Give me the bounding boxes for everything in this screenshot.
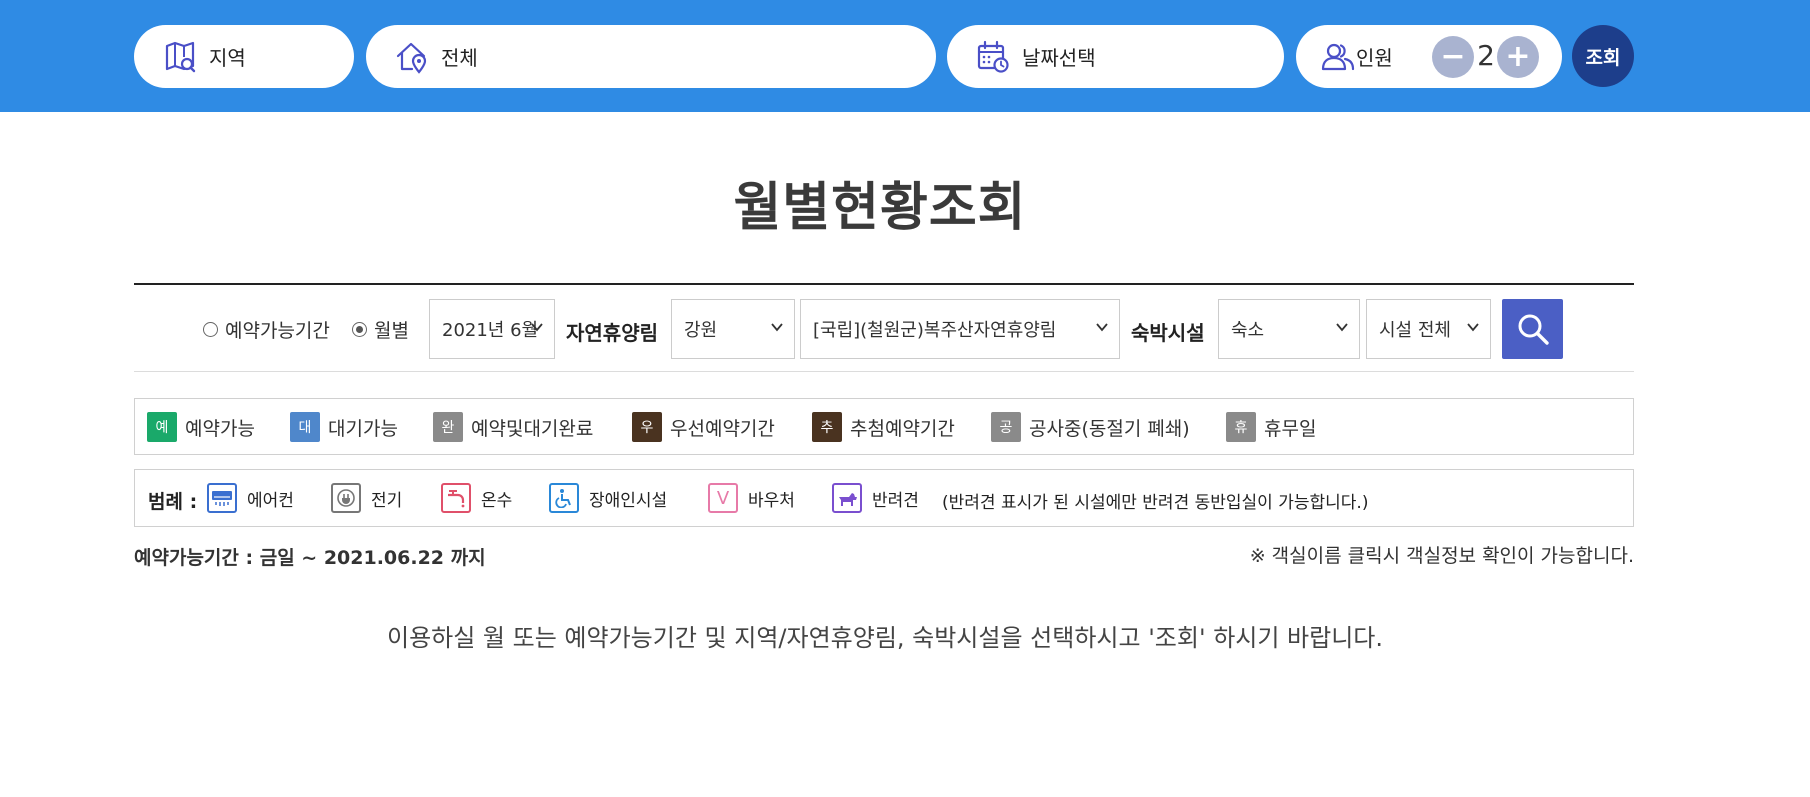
radio-checked-icon <box>352 322 367 337</box>
map-location-icon <box>165 41 196 73</box>
query-button[interactable]: 조회 <box>1572 25 1634 87</box>
lodging-type-select[interactable]: 숙소 <box>1218 299 1360 359</box>
wheelchair-icon <box>549 483 579 513</box>
radio-reservation-period[interactable]: 예약가능기간 <box>203 316 330 343</box>
chevron-down-icon <box>771 323 783 332</box>
filter-bottom-divider <box>134 371 1634 372</box>
hot-water-faucet-icon <box>441 483 471 513</box>
status-label: 대기가능 <box>328 417 398 440</box>
chevron-down-icon <box>1096 323 1108 332</box>
amenity-aircon: 에어컨 <box>207 483 294 513</box>
amenity-label: 장애인시설 <box>589 490 668 511</box>
chevron-down-icon <box>531 323 543 332</box>
province-select-value: 강원 <box>684 320 718 341</box>
status-priority: 우 우선예약기간 <box>632 412 775 442</box>
people-label: 인원 <box>1356 46 1393 70</box>
people-count: 2 <box>1477 39 1495 72</box>
radio-reservation-period-label: 예약가능기간 <box>225 320 330 342</box>
status-available: 예 예약가능 <box>147 412 255 442</box>
decrease-people-button[interactable]: − <box>1432 36 1474 78</box>
month-select-value: 2021년 6월 <box>442 320 539 341</box>
calendar-clock-icon <box>977 40 1009 73</box>
voucher-v-icon: V <box>708 483 738 513</box>
status-label: 공사중(동절기 폐쇄) <box>1029 417 1190 440</box>
people-selector: 인원 − 2 + <box>1296 25 1562 88</box>
air-conditioner-icon <box>207 483 237 513</box>
people-icon <box>1321 43 1355 71</box>
status-label: 예약및대기완료 <box>471 417 594 440</box>
forest-select[interactable]: [국립](철원군)복주산자연휴양림 <box>800 299 1120 359</box>
status-lottery: 추 추첨예약기간 <box>812 412 955 442</box>
filter-top-divider <box>134 283 1634 285</box>
forest-all-label: 전체 <box>441 46 478 70</box>
chevron-down-icon <box>1467 323 1479 332</box>
status-badge: 완 <box>433 412 463 442</box>
date-label: 날짜선택 <box>1022 46 1096 70</box>
top-search-bar: 지역 전체 날짜선택 인원 − 2 + 조회 <box>0 0 1810 112</box>
increase-people-button[interactable]: + <box>1497 36 1539 78</box>
amenity-label: 에어컨 <box>247 490 294 511</box>
status-completed: 완 예약및대기완료 <box>433 412 593 442</box>
pet-note: (반려견 표시가 된 시설에만 반려견 동반입실이 가능합니다.) <box>942 493 1369 513</box>
status-badge: 추 <box>812 412 842 442</box>
forest-filter-label: 자연휴양림 <box>566 321 658 345</box>
room-info-hint: ※ 객실이름 클릭시 객실정보 확인이 가능합니다. <box>1249 545 1634 567</box>
amenity-accessible: 장애인시설 <box>549 483 667 513</box>
lodging-type-value: 숙소 <box>1231 320 1265 341</box>
amenity-voucher: V 바우처 <box>708 483 795 513</box>
status-badge: 대 <box>290 412 320 442</box>
amenity-label: 반려견 <box>872 490 919 511</box>
status-badge: 공 <box>991 412 1021 442</box>
facility-select[interactable]: 시설 전체 <box>1366 299 1491 359</box>
amenity-legend: 범례 : 에어컨 전기 온수 장애인시설 V 바우처 반려견 (반려견 표시가 … <box>134 469 1634 527</box>
amenity-hot-water: 온수 <box>441 483 512 513</box>
facility-select-value: 시설 전체 <box>1379 320 1451 341</box>
electric-plug-icon <box>331 483 361 513</box>
status-badge: 휴 <box>1226 412 1256 442</box>
search-button[interactable] <box>1502 299 1563 359</box>
reservation-period-text: 예약가능기간 : 금일 ~ 2021.06.22 까지 <box>134 547 486 569</box>
guide-message: 이용하실 월 또는 예약가능기간 및 지역/자연휴양림, 숙박시설을 선택하시고… <box>386 624 1384 652</box>
status-label: 우선예약기간 <box>670 417 775 440</box>
region-selector[interactable]: 지역 <box>134 25 354 88</box>
dog-icon <box>832 483 862 513</box>
house-pin-icon <box>396 42 427 74</box>
status-badge: 예 <box>147 412 177 442</box>
forest-selector[interactable]: 전체 <box>366 25 936 88</box>
region-label: 지역 <box>209 46 246 70</box>
status-label: 추첨예약기간 <box>850 417 955 440</box>
radio-unchecked-icon <box>203 322 218 337</box>
lodging-filter-label: 숙박시설 <box>1131 321 1205 345</box>
month-select[interactable]: 2021년 6월 <box>429 299 555 359</box>
amenity-electricity: 전기 <box>331 483 402 513</box>
date-selector[interactable]: 날짜선택 <box>947 25 1284 88</box>
forest-select-value: [국립](철원군)복주산자연휴양림 <box>813 320 1057 341</box>
page-title: 월별현황조회 <box>733 178 1027 238</box>
status-badge: 우 <box>632 412 662 442</box>
radio-monthly-label: 월별 <box>374 320 409 342</box>
status-holiday: 휴 휴무일 <box>1226 412 1316 442</box>
status-construction: 공 공사중(동절기 폐쇄) <box>991 412 1190 442</box>
amenity-label: 온수 <box>481 490 513 511</box>
amenity-label: 바우처 <box>748 490 795 511</box>
amenity-pet: 반려견 <box>832 483 919 513</box>
amenity-label: 전기 <box>371 490 403 511</box>
search-icon <box>1518 314 1549 345</box>
radio-monthly[interactable]: 월별 <box>352 316 409 343</box>
status-waitlist: 대 대기가능 <box>290 412 398 442</box>
province-select[interactable]: 강원 <box>671 299 795 359</box>
chevron-down-icon <box>1336 323 1348 332</box>
status-label: 예약가능 <box>185 417 255 440</box>
status-legend: 예 예약가능 대 대기가능 완 예약및대기완료 우 우선예약기간 추 추첨예약기… <box>134 398 1634 455</box>
amenity-legend-title: 범례 : <box>148 491 198 513</box>
status-label: 휴무일 <box>1264 417 1317 440</box>
